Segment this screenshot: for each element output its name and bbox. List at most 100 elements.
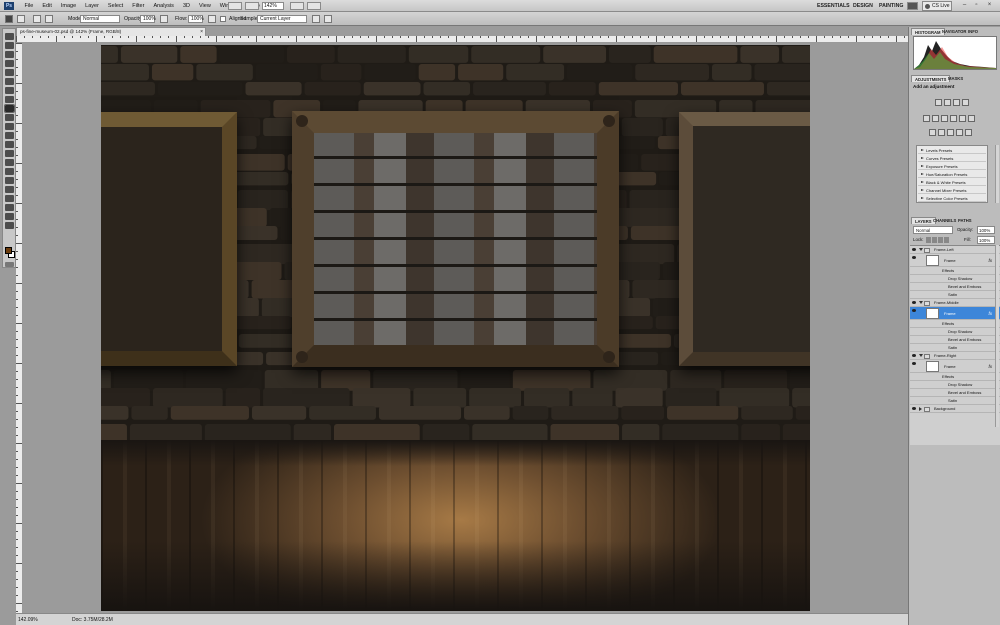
type-tool-icon[interactable]	[5, 168, 14, 175]
brush-panel-icon[interactable]	[33, 15, 41, 23]
ignore-adjustment-icon[interactable]	[312, 15, 320, 23]
healing-brush-tool-icon[interactable]	[5, 87, 14, 94]
eraser-tool-icon[interactable]	[5, 123, 14, 130]
cs-live-button[interactable]: CS Live	[922, 1, 952, 11]
layer-fx-icon[interactable]: fx	[988, 254, 992, 267]
expand-arrow-icon[interactable]	[919, 407, 922, 411]
brush-tool-icon[interactable]	[5, 96, 14, 103]
workspace-painting[interactable]: PAINTING	[879, 0, 903, 12]
preset-exposure[interactable]: Exposure Presets	[918, 163, 986, 170]
posterize-icon[interactable]	[938, 129, 945, 136]
document-canvas[interactable]	[101, 45, 810, 611]
tab-info[interactable]: INFO	[965, 28, 981, 35]
curves-icon[interactable]	[953, 99, 960, 106]
brush-preset-icon[interactable]	[17, 15, 25, 23]
gradient-map-icon[interactable]	[956, 129, 963, 136]
lock-icons[interactable]	[926, 237, 950, 243]
tab-paths[interactable]: PATHS	[955, 217, 975, 224]
clone-stamp-icon[interactable]	[5, 15, 13, 23]
history-brush-tool-icon[interactable]	[5, 114, 14, 121]
vibrance-icon[interactable]	[923, 115, 930, 122]
selective-color-icon[interactable]	[965, 129, 972, 136]
layer-effect-row[interactable]: Effects	[910, 320, 1000, 328]
3d-orbit-tool-icon[interactable]	[5, 204, 14, 211]
menu-select[interactable]: Select	[103, 0, 127, 12]
dodge-tool-icon[interactable]	[5, 150, 14, 157]
preset-selective-color[interactable]: Selective Color Presets	[918, 195, 986, 202]
layer-effect-row[interactable]: Drop Shadow	[910, 328, 1000, 336]
layer-row[interactable]: Frame fx	[910, 254, 1000, 267]
visibility-eye-icon[interactable]	[912, 362, 916, 365]
fill-field[interactable]: 100%	[977, 236, 995, 244]
layer-fx-icon[interactable]: fx	[988, 360, 992, 373]
layer-group-row[interactable]: Frame-Middle	[910, 299, 1000, 307]
layer-effect-row[interactable]: Drop Shadow	[910, 275, 1000, 283]
quick-selection-tool-icon[interactable]	[5, 60, 14, 67]
layer-effect-row[interactable]: Bevel and Emboss	[910, 283, 1000, 291]
path-selection-tool-icon[interactable]	[5, 177, 14, 184]
clone-stamp-tool-icon[interactable]	[4, 104, 15, 113]
layer-opacity-field[interactable]: 100%	[977, 226, 995, 234]
menu-image[interactable]: Image	[56, 0, 80, 12]
eyedropper-tool-icon[interactable]	[5, 78, 14, 85]
layer-effect-row[interactable]: Satin	[910, 397, 1000, 405]
hand-tool-icon-2[interactable]	[5, 213, 14, 220]
visibility-eye-icon[interactable]	[912, 354, 916, 357]
crop-tool-icon[interactable]	[5, 69, 14, 76]
layer-effect-row[interactable]: Satin	[910, 344, 1000, 352]
airbrush-icon[interactable]	[208, 15, 216, 23]
brightness-contrast-icon[interactable]	[935, 99, 942, 106]
layer-effect-row[interactable]: Satin	[910, 291, 1000, 299]
preset-black-white[interactable]: Black & White Presets	[918, 179, 986, 186]
invert-icon[interactable]	[929, 129, 936, 136]
layer-effect-row[interactable]: Effects	[910, 267, 1000, 275]
layer-effect-row[interactable]: Drop Shadow	[910, 381, 1000, 389]
workspace-essentials[interactable]: ESSENTIALS	[817, 0, 850, 12]
blur-tool-icon[interactable]	[5, 141, 14, 148]
color-balance-icon[interactable]	[941, 115, 948, 122]
aligned-checkbox[interactable]	[220, 16, 226, 22]
lasso-tool-icon[interactable]	[5, 51, 14, 58]
visibility-eye-icon[interactable]	[912, 301, 916, 304]
menu-file[interactable]: File	[20, 0, 38, 12]
workspace-design[interactable]: DESIGN	[853, 0, 873, 12]
pen-tool-icon[interactable]	[5, 159, 14, 166]
quick-mask-icon[interactable]	[5, 262, 14, 267]
expand-arrow-icon[interactable]	[919, 248, 923, 251]
presets-scrollbar[interactable]	[995, 145, 999, 203]
zoom-tool-icon[interactable]	[5, 222, 14, 229]
sample-select[interactable]: Current Layer	[257, 15, 307, 23]
expand-arrow-icon[interactable]	[919, 301, 923, 304]
layer-group-row[interactable]: Background	[910, 405, 1000, 413]
photo-filter-icon[interactable]	[959, 115, 966, 122]
preset-levels[interactable]: Levels Presets	[918, 147, 986, 154]
gradient-tool-icon[interactable]	[5, 132, 14, 139]
arrange-documents-icon[interactable]	[307, 2, 321, 10]
blend-mode-select[interactable]: Normal	[913, 226, 953, 234]
status-zoom[interactable]: 142.09%	[18, 614, 38, 625]
clone-source-icon[interactable]	[45, 15, 53, 23]
threshold-icon[interactable]	[947, 129, 954, 136]
bridge-icon[interactable]	[228, 2, 242, 10]
minimize-icon[interactable]: –	[960, 2, 969, 10]
layer-effect-row[interactable]: Bevel and Emboss	[910, 336, 1000, 344]
menu-edit[interactable]: Edit	[38, 0, 56, 12]
pressure-size-icon[interactable]	[324, 15, 332, 23]
layer-effect-row[interactable]: Bevel and Emboss	[910, 389, 1000, 397]
layer-group-row[interactable]: Frame-Right	[910, 352, 1000, 360]
pressure-opacity-icon[interactable]	[160, 15, 168, 23]
visibility-eye-icon[interactable]	[912, 248, 916, 251]
levels-icon[interactable]	[944, 99, 951, 106]
marquee-tool-icon[interactable]	[5, 42, 14, 49]
tab-masks[interactable]: MASKS	[945, 75, 966, 82]
exposure-icon[interactable]	[962, 99, 969, 106]
document-tab[interactable]: ps-fine-museum-02.psd @ 142% (Frame, RGB…	[16, 27, 206, 36]
layer-row[interactable]: Frame fx	[910, 360, 1000, 373]
black-white-icon[interactable]	[950, 115, 957, 122]
menu-view[interactable]: View	[194, 0, 215, 12]
foreground-color-swatch[interactable]	[5, 247, 12, 254]
restore-icon[interactable]: ▫	[972, 2, 981, 10]
menu-layer[interactable]: Layer	[81, 0, 104, 12]
mode-select[interactable]: Normal	[80, 15, 120, 23]
layer-fx-icon[interactable]: fx	[988, 307, 992, 320]
